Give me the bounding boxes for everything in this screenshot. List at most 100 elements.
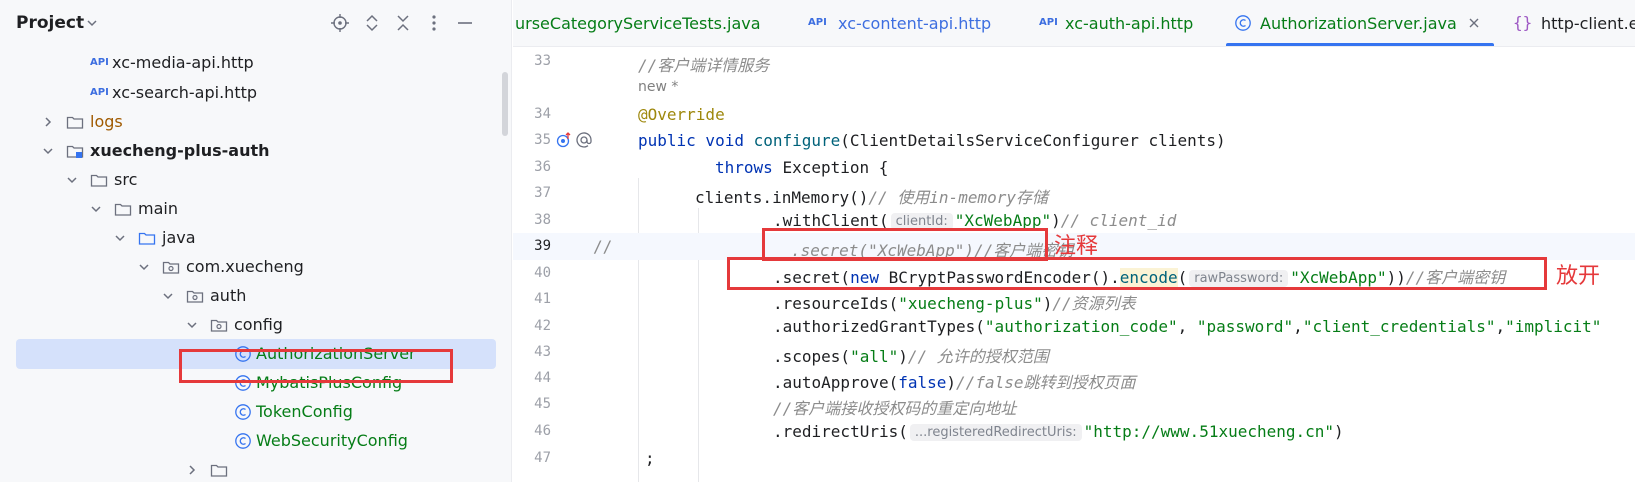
highlight-box-uncommented-line [727,257,1547,290]
tree-item-xc-media-api[interactable]: API xc-media-api.http [0,48,511,78]
package-icon [162,261,180,274]
project-scrollbar[interactable] [502,72,508,136]
active-tab-indicator [1226,43,1494,46]
tab-xc-content-api[interactable]: API xc-content-api.http [808,0,1008,46]
http-file-icon: API [90,87,109,98]
code-string: "authorization_code" [984,317,1178,336]
tree-item-config[interactable]: config [0,310,511,340]
override-gutter-icon[interactable] [555,131,573,149]
code-comment: //资源列表 [1052,294,1136,313]
code-string: "http://www.51xuecheng.cn" [1083,422,1335,441]
chevron-down-icon[interactable] [88,201,104,217]
expand-all-icon[interactable] [362,13,382,33]
chevron-down-icon[interactable] [112,230,128,246]
chevron-down-icon[interactable] [84,15,100,31]
line-number: 33 [534,53,551,69]
line-number: 45 [534,396,551,412]
tree-item-label: main [138,199,178,218]
project-panel-header: Project [0,0,511,46]
code-text: ) [946,373,957,392]
package-icon [210,319,228,332]
code-text: ; [645,449,655,468]
tree-item-label: WebSecurityConfig [256,431,408,450]
code-comment: //客户端接收授权码的重定向地址 [773,399,1017,418]
tree-item-tokenconfig[interactable]: TokenConfig [0,397,511,427]
line-number: 47 [534,450,551,466]
code-editor[interactable]: 33 //客户端详情服务 new * 34 @Override 35 publi… [513,48,1635,482]
line-number: 36 [534,159,551,175]
chevron-right-icon[interactable] [40,114,56,130]
code-comment-prefix: // [593,237,613,256]
chevron-down-icon[interactable] [40,143,56,159]
close-icon[interactable] [1468,17,1480,29]
line-number: 41 [534,291,551,307]
code-line-37[interactable]: 37 clients.inMemory()// 使用in-memory存储 [513,180,1635,207]
code-annotation: @Override [638,105,725,124]
author-hint-line: new * [513,75,1635,99]
code-line-45[interactable]: 45 //客户端接收授权码的重定向地址 [513,391,1635,418]
tree-item-label: auth [210,286,247,305]
line-number: 43 [534,344,551,360]
tree-item-com-xuecheng[interactable]: com.xuecheng [0,252,511,282]
code-string: "client_credentials" [1302,317,1496,336]
code-comment: // 使用in-memory存储 [868,188,1048,207]
folder-icon [66,116,84,129]
line-number: 39 [534,238,551,254]
code-line-43[interactable]: 43 .scopes("all")// 允许的授权范围 [513,339,1635,366]
hide-panel-icon[interactable] [455,13,475,33]
project-panel: Project API xc-media-api.http API xc-sea… [0,0,512,482]
code-method-name: configure [753,131,841,150]
code-line-35[interactable]: 35 public void configure(ClientDetailsSe… [513,127,1635,154]
tab-xc-auth-api[interactable]: API xc-auth-api.http [1039,0,1219,46]
tree-item-partial[interactable] [0,455,511,482]
annotation-label-comment: 注释 [1054,234,1099,259]
tree-item-main[interactable]: main [0,194,511,224]
tree-item-label: xc-search-api.http [112,83,258,102]
tree-item-label: com.xuecheng [186,257,304,276]
code-line-41[interactable]: 41 .resourceIds("xuecheng-plus")//资源列表 [513,286,1635,313]
locate-icon[interactable] [330,13,350,33]
code-line-47[interactable]: 47 ; [513,445,1635,472]
code-line-42[interactable]: 42 .authorizedGrantTypes("authorization_… [513,313,1635,340]
tree-item-auth[interactable]: auth [0,281,511,311]
chevron-down-icon[interactable] [160,288,176,304]
tree-item-src[interactable]: src [0,165,511,195]
code-line-46[interactable]: 46 .redirectUris(...registeredRedirectUr… [513,418,1635,445]
tree-item-logs[interactable]: logs [0,107,511,137]
annotation-gutter-icon[interactable] [575,131,593,149]
chevron-right-icon[interactable] [184,462,200,478]
code-string: "xuecheng-plus" [898,294,1043,313]
code-text: .authorizedGrantTypes( [773,317,985,336]
project-panel-title[interactable]: Project [16,13,84,33]
tab-authorizationserver[interactable]: AuthorizationServer.java [1226,0,1496,46]
tree-item-websecurityconfig[interactable]: WebSecurityConfig [0,426,511,456]
code-line-44[interactable]: 44 .autoApprove(false)//false跳转到授权页面 [513,365,1635,392]
line-number: 46 [534,423,551,439]
code-line-34[interactable]: 34 @Override [513,101,1635,128]
tree-item-xuecheng-plus-auth[interactable]: xuecheng-plus-auth [0,136,511,166]
author-hint[interactable]: new * [638,79,678,95]
line-number: 37 [534,185,551,201]
line-number: 40 [534,265,551,281]
tab-http-client-env[interactable]: {} http-client.en [1513,0,1635,46]
source-folder-icon [138,232,156,245]
folder-icon [114,203,132,216]
chevron-down-icon[interactable] [64,172,80,188]
tab-label: AuthorizationServer.java [1260,14,1457,33]
line-number: 35 [534,132,551,148]
code-line-36[interactable]: 36 throws Exception { [513,154,1635,181]
line-number: 42 [534,318,551,334]
tab-label: xc-auth-api.http [1065,14,1194,33]
collapse-all-icon[interactable] [393,13,413,33]
tree-item-java[interactable]: java [0,223,511,253]
tree-item-xc-search-api[interactable]: API xc-search-api.http [0,78,511,108]
code-text: ) [1042,294,1053,313]
more-options-icon[interactable] [424,13,444,33]
http-file-icon: API [808,17,827,28]
parameter-hint: ...registeredRedirectUris: [909,424,1082,441]
tab-coursecategoryservicetests[interactable]: urseCategoryServiceTests.java [513,0,783,46]
chevron-down-icon[interactable] [136,259,152,275]
code-line-33[interactable]: 33 //客户端详情服务 [513,48,1635,75]
code-text: .redirectUris( [773,422,908,441]
chevron-down-icon[interactable] [184,317,200,333]
